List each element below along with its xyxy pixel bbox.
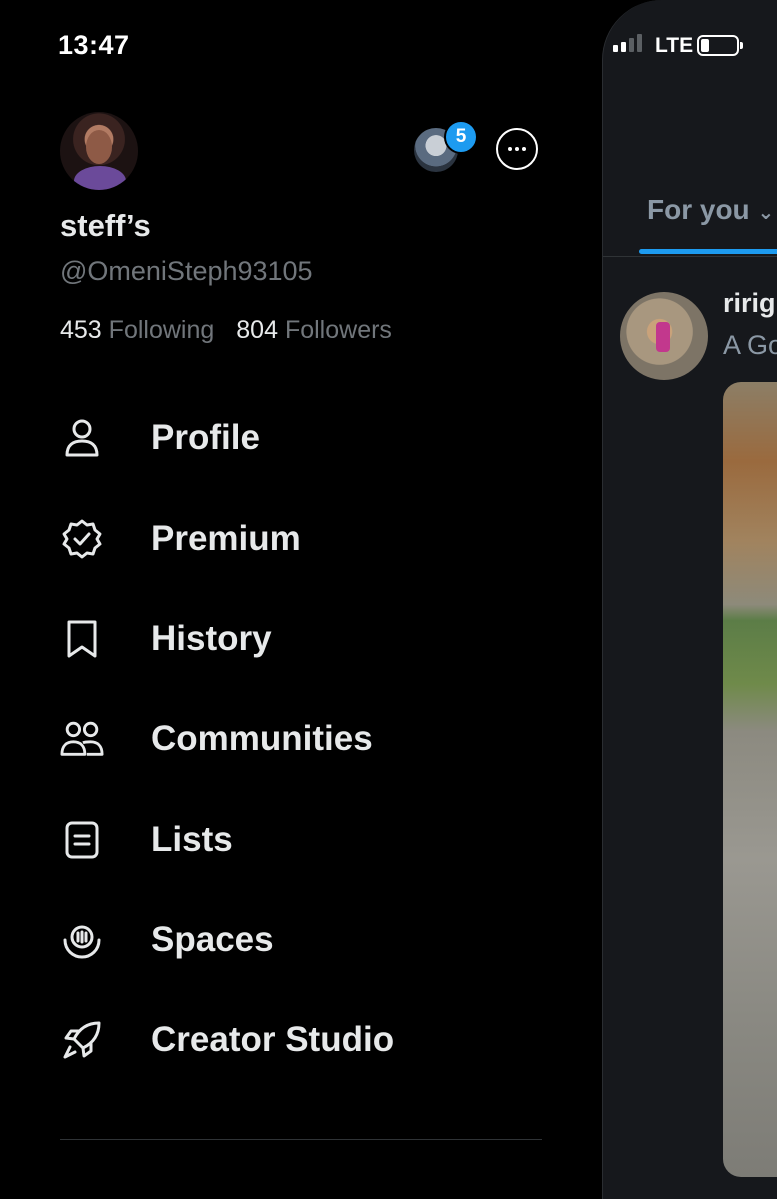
followers-label: Followers xyxy=(284,316,392,344)
side-drawer: 13:47 5 steff’s @OmeniSteph93105 453 Fol… xyxy=(0,0,602,1199)
menu-label: History xyxy=(151,619,272,658)
tab-indicator xyxy=(639,249,777,254)
battery-icon xyxy=(697,35,743,56)
menu-item-communities[interactable]: Communities xyxy=(0,689,602,789)
user-handle: @OmeniSteph93105 xyxy=(60,256,313,286)
follow-stats: 453 Following 804 Followers xyxy=(60,316,392,345)
followers-count: 804 xyxy=(236,316,278,344)
rocket-icon xyxy=(60,1018,104,1062)
menu-label: Premium xyxy=(151,519,301,558)
post-text: A Go xyxy=(723,330,777,360)
following-count: 453 xyxy=(60,316,102,344)
notification-badge: 5 xyxy=(444,120,478,154)
verified-badge-icon xyxy=(60,517,104,561)
header-divider xyxy=(603,256,777,257)
dot-icon xyxy=(522,147,526,151)
dot-icon xyxy=(508,147,512,151)
following-link[interactable]: 453 Following xyxy=(60,316,214,344)
dot-icon xyxy=(515,147,519,151)
menu-label: Communities xyxy=(151,719,373,758)
post-author-avatar[interactable] xyxy=(620,292,708,380)
menu-label: Creator Studio xyxy=(151,1020,395,1059)
tab-for-you[interactable]: For you ⌄ xyxy=(647,194,774,226)
menu-item-lists[interactable]: Lists xyxy=(0,790,602,890)
menu-item-creator-studio[interactable]: Creator Studio xyxy=(0,990,602,1090)
followers-link[interactable]: 804 Followers xyxy=(236,316,392,344)
network-type: LTE xyxy=(655,34,694,57)
list-icon xyxy=(60,818,104,862)
post-author-name[interactable]: ririg xyxy=(723,288,776,319)
spaces-mic-icon xyxy=(60,918,104,962)
post-media-image[interactable] xyxy=(723,382,777,1177)
display-name[interactable]: steff’s xyxy=(60,208,151,244)
people-icon xyxy=(60,717,104,761)
chevron-down-icon: ⌄ xyxy=(757,202,775,224)
bookmark-icon xyxy=(60,617,104,661)
menu-item-history[interactable]: History xyxy=(0,589,602,689)
menu-label: Lists xyxy=(151,820,233,859)
profile-avatar[interactable] xyxy=(60,112,138,190)
menu-label: Profile xyxy=(151,418,260,457)
person-icon xyxy=(60,416,104,460)
drawer-divider xyxy=(60,1139,542,1140)
home-feed-peek[interactable]: LTE For you ⌄ ririg A Go xyxy=(602,0,777,1199)
following-label: Following xyxy=(108,316,215,344)
menu-item-profile[interactable]: Profile xyxy=(0,388,602,488)
more-options-button[interactable] xyxy=(496,128,538,170)
menu-item-spaces[interactable]: Spaces xyxy=(0,890,602,990)
menu-item-premium[interactable]: Premium xyxy=(0,489,602,589)
tab-label: For you xyxy=(647,194,750,225)
signal-icon xyxy=(613,34,642,52)
menu-label: Spaces xyxy=(151,920,274,959)
status-time: 13:47 xyxy=(58,30,130,60)
